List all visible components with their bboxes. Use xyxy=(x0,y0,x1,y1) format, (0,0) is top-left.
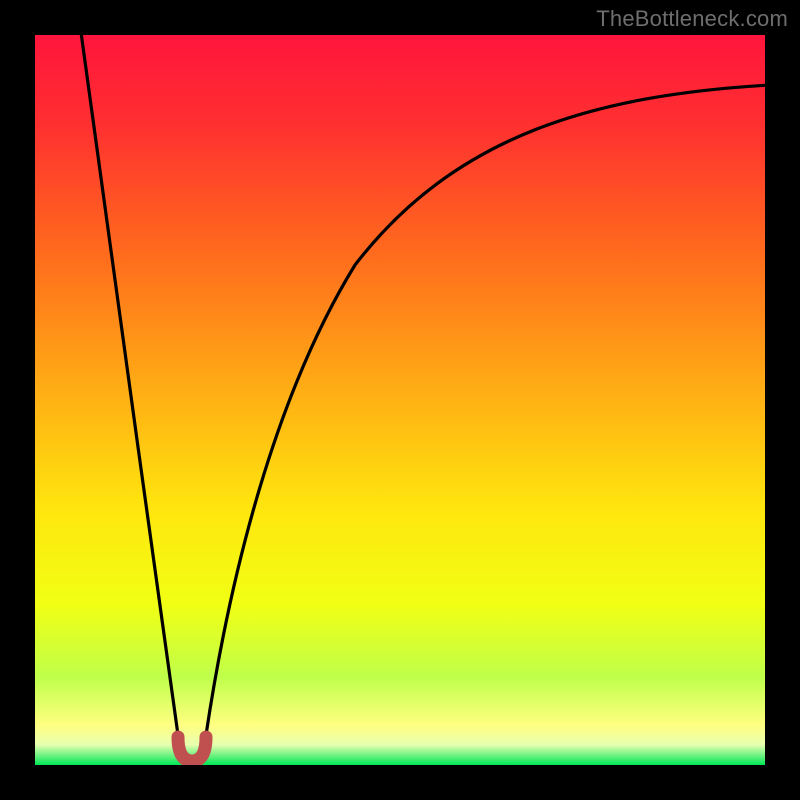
watermark-text: TheBottleneck.com xyxy=(596,6,788,32)
bottleneck-marker xyxy=(178,737,206,761)
bottleneck-curve xyxy=(35,35,765,765)
plot-area xyxy=(35,35,765,765)
chart-frame: TheBottleneck.com xyxy=(0,0,800,800)
